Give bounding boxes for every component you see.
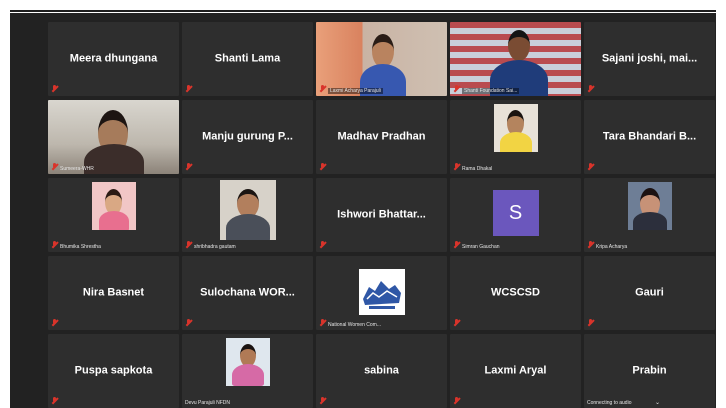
participant-tile[interactable]: sabina	[316, 334, 447, 408]
participant-video	[316, 22, 447, 96]
chevron-down-icon[interactable]: ⌄	[655, 399, 660, 406]
participant-gallery: Meera dhungana Shanti Lama Laxmi Acharya…	[48, 22, 716, 408]
participant-tile[interactable]: Bhumika Shrestha	[48, 178, 179, 252]
muted-mic-icon	[320, 85, 326, 93]
participant-name: Sulochana WOR...	[200, 286, 295, 299]
organization-logo	[358, 269, 405, 315]
muted-mic-icon	[454, 163, 460, 171]
participant-video	[48, 100, 179, 174]
muted-mic-icon	[320, 397, 326, 405]
participant-tile[interactable]: Kripa Acharya	[584, 178, 715, 252]
participant-name: Shanti Lama	[214, 52, 281, 65]
participant-name: Prabin	[632, 364, 667, 377]
logo-graphic	[362, 281, 401, 309]
muted-mic-icon	[52, 397, 58, 405]
muted-mic-icon	[186, 319, 192, 327]
participant-tile[interactable]: shribhadra gautam	[182, 178, 313, 252]
participant-name: Gauri	[635, 286, 664, 299]
participant-label: Laxmi Acharya Parajuli	[328, 88, 383, 94]
muted-mic-icon	[186, 163, 192, 171]
participant-name: Puspa sapkota	[74, 364, 153, 377]
muted-mic-icon	[454, 397, 460, 405]
participant-name: WCSCSD	[491, 286, 540, 299]
muted-mic-icon	[52, 319, 58, 327]
muted-mic-icon	[588, 163, 594, 171]
participant-photo	[225, 338, 270, 386]
muted-mic-icon	[186, 241, 192, 249]
participant-initial-avatar: S	[492, 190, 539, 236]
participant-tile[interactable]: Shanti Lama	[182, 22, 313, 96]
participant-tile[interactable]: Sajani joshi, mai...	[584, 22, 715, 96]
muted-mic-icon	[588, 241, 594, 249]
participant-tile[interactable]: S Simran Gauchan	[450, 178, 581, 252]
participant-video	[450, 22, 581, 96]
participant-name: Nira Basnet	[82, 286, 145, 299]
participant-name: Madhav Pradhan	[337, 130, 426, 143]
participant-tile[interactable]: Shanti Foundation Sai...	[450, 22, 581, 96]
participant-tile[interactable]: Sulochana WOR...	[182, 256, 313, 330]
participant-name: Sajani joshi, mai...	[601, 52, 698, 65]
muted-mic-icon	[454, 241, 460, 249]
participant-tile[interactable]: National Women Com...	[316, 256, 447, 330]
participant-label: shribhadra gautam	[194, 244, 236, 250]
muted-mic-icon	[454, 319, 460, 327]
participant-tile[interactable]: Devu Parajuli NFDN	[182, 334, 313, 408]
participant-label: Sumeera-WHR	[60, 166, 94, 172]
participant-tile[interactable]: Puspa sapkota	[48, 334, 179, 408]
participant-tile[interactable]: Laxmi Aryal	[450, 334, 581, 408]
participant-tile[interactable]: Madhav Pradhan	[316, 100, 447, 174]
participant-name: Laxmi Aryal	[484, 364, 547, 377]
participant-name: Tara Bhandari B...	[602, 130, 697, 143]
participant-tile[interactable]: Ishwori Bhattar...	[316, 178, 447, 252]
participant-tile[interactable]: Laxmi Acharya Parajuli	[316, 22, 447, 96]
participant-name: Manju gurung P...	[202, 130, 293, 143]
participant-name: Meera dhungana	[69, 52, 158, 65]
participant-photo	[493, 104, 538, 152]
participant-label: Devu Parajuli NFDN	[185, 400, 231, 406]
muted-mic-icon	[320, 163, 326, 171]
muted-mic-icon	[588, 319, 594, 327]
participant-tile[interactable]: Rama Dhakal	[450, 100, 581, 174]
participant-tile[interactable]: Tara Bhandari B...	[584, 100, 715, 174]
participant-photo	[91, 182, 136, 230]
participant-tile[interactable]: Gauri	[584, 256, 715, 330]
participant-label: Rama Dhakal	[462, 166, 493, 172]
participant-tile[interactable]: WCSCSD	[450, 256, 581, 330]
participant-label: Shanti Foundation Sai...	[462, 88, 520, 94]
participant-photo	[219, 180, 276, 240]
participant-label: National Women Com...	[328, 322, 381, 328]
participant-label: Simran Gauchan	[462, 244, 500, 250]
muted-mic-icon	[52, 85, 58, 93]
participant-photo	[627, 182, 672, 230]
audio-status: Connecting to audio	[587, 400, 632, 406]
muted-mic-icon	[52, 241, 58, 249]
participant-tile[interactable]: Prabin Connecting to audio ⌄	[584, 334, 715, 408]
participant-tile[interactable]: Sumeera-WHR	[48, 100, 179, 174]
top-divider	[10, 10, 716, 12]
participant-tile[interactable]: Manju gurung P...	[182, 100, 313, 174]
participant-label: Bhumika Shrestha	[60, 244, 101, 250]
participant-name: sabina	[364, 364, 399, 377]
muted-mic-icon	[588, 85, 594, 93]
participant-tile[interactable]: Nira Basnet	[48, 256, 179, 330]
window-top-bar	[0, 0, 726, 14]
muted-mic-icon	[320, 241, 326, 249]
muted-mic-icon	[454, 85, 460, 93]
muted-mic-icon	[186, 85, 192, 93]
participant-label: Kripa Acharya	[596, 244, 628, 250]
muted-mic-icon	[320, 319, 326, 327]
participant-name: Ishwori Bhattar...	[337, 208, 426, 221]
muted-mic-icon	[52, 163, 58, 171]
participant-tile[interactable]: Meera dhungana	[48, 22, 179, 96]
